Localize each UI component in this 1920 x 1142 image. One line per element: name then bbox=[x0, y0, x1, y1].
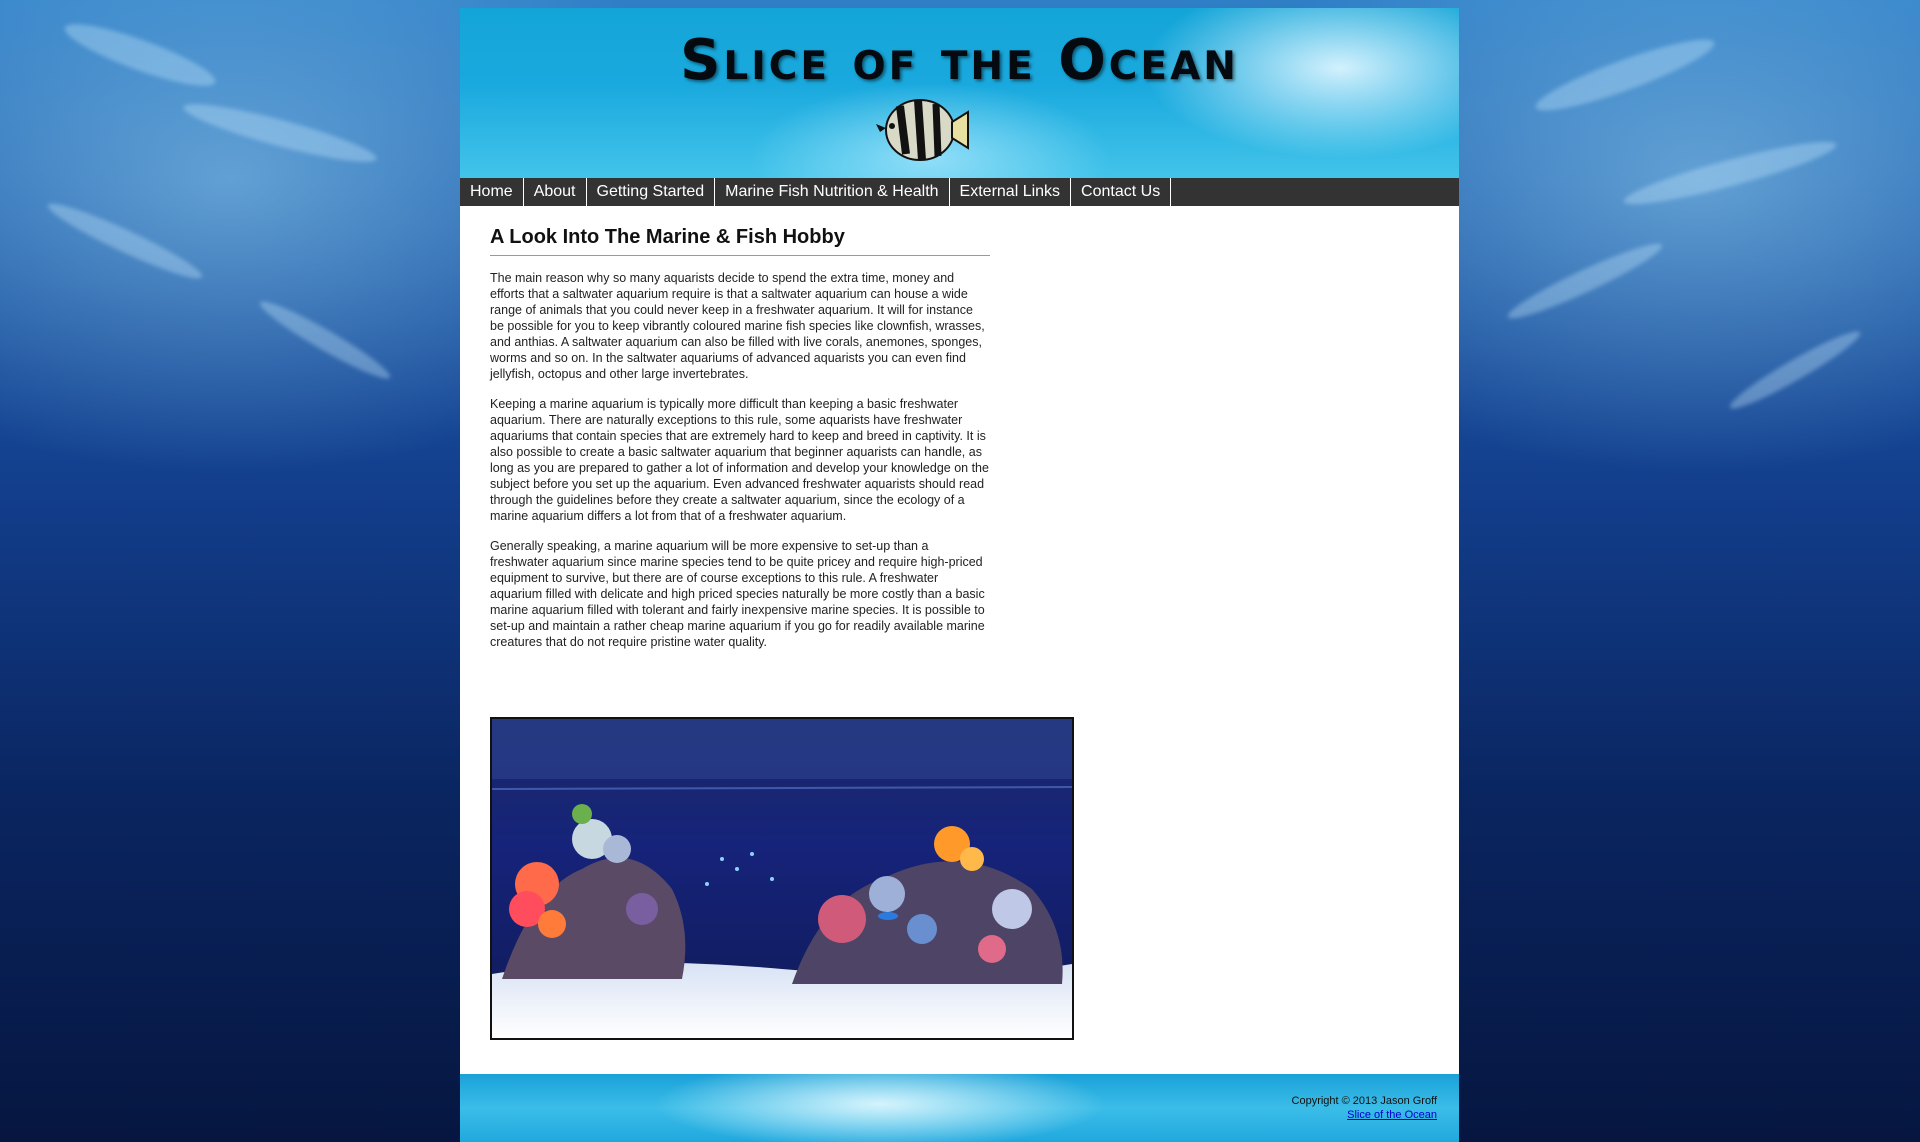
nav-getting-started[interactable]: Getting Started bbox=[587, 178, 716, 206]
nav-contact-us[interactable]: Contact Us bbox=[1071, 178, 1172, 206]
site-footer: Copyright © 2013 Jason Groff Slice of th… bbox=[460, 1074, 1459, 1142]
main-nav: Home About Getting Started Marine Fish N… bbox=[460, 178, 1459, 206]
page-container: Slice of the Ocean Home About Getting St… bbox=[460, 8, 1459, 1142]
nav-marine-fish-nutrition-health[interactable]: Marine Fish Nutrition & Health bbox=[715, 178, 950, 206]
footer-home-link[interactable]: Slice of the Ocean bbox=[1347, 1109, 1437, 1121]
paragraph-1: The main reason why so many aquarists de… bbox=[490, 271, 985, 381]
paragraph-2: Keeping a marine aquarium is typically m… bbox=[490, 397, 989, 523]
page-heading: A Look Into The Marine & Fish Hobby bbox=[490, 226, 990, 256]
copyright-block: Copyright © 2013 Jason Groff Slice of th… bbox=[1292, 1094, 1437, 1122]
nav-external-links[interactable]: External Links bbox=[950, 178, 1072, 206]
butterflyfish-logo-icon bbox=[876, 99, 969, 161]
paragraph-3: Generally speaking, a marine aquarium wi… bbox=[490, 539, 985, 649]
copyright-text: Copyright © 2013 Jason Groff bbox=[1291, 1095, 1437, 1107]
aquarium-image bbox=[490, 717, 1074, 1040]
site-header: Slice of the Ocean bbox=[460, 8, 1459, 178]
nav-home[interactable]: Home bbox=[460, 178, 524, 206]
reef-tank-illustration bbox=[492, 719, 1072, 1038]
nav-about[interactable]: About bbox=[524, 178, 587, 206]
main-content: A Look Into The Marine & Fish Hobby The … bbox=[490, 226, 990, 650]
site-title: Slice of the Ocean bbox=[680, 28, 1239, 93]
